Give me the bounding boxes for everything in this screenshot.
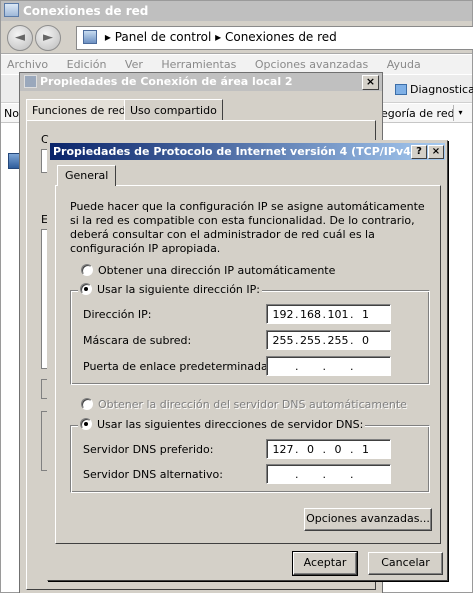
diagnose-button[interactable]: Diagnosticar bbox=[395, 83, 473, 96]
tab-general[interactable]: General bbox=[57, 165, 117, 186]
ipv4-title-bar: Propiedades de Protocolo de Internet ver… bbox=[50, 143, 445, 160]
ip-dot: . bbox=[322, 359, 327, 373]
preferred-dns-label: Servidor DNS preferido: bbox=[83, 443, 214, 456]
network-folder-icon bbox=[4, 3, 19, 17]
ip-dot: . bbox=[350, 467, 354, 481]
forward-arrow-icon: ► bbox=[43, 30, 53, 45]
dns-manual-label: Usar las siguientes direcciones de servi… bbox=[97, 418, 364, 431]
dns-pref-octet-4[interactable]: 1 bbox=[354, 443, 378, 456]
explorer-title: Conexiones de red bbox=[23, 4, 149, 18]
gateway-input[interactable]: . . . bbox=[266, 356, 391, 376]
ip-manual-option[interactable]: Usar la siguiente dirección IP: bbox=[78, 283, 262, 296]
ip-auto-radio[interactable] bbox=[81, 264, 93, 276]
control-panel-icon bbox=[83, 30, 97, 44]
ip-manual-radio[interactable] bbox=[80, 283, 92, 295]
menu-herramientas[interactable]: Herramientas bbox=[161, 58, 236, 71]
connection-close-button[interactable]: × bbox=[362, 75, 379, 90]
subnet-mask-input[interactable]: 255. 255. 255. 0 bbox=[266, 330, 391, 350]
address-bar[interactable]: ▸ Panel de control ▸ Conexiones de red bbox=[76, 26, 473, 50]
close-icon: × bbox=[431, 146, 441, 157]
preferred-dns-input[interactable]: 127. 0. 0. 1 bbox=[266, 439, 391, 459]
connection-title: Propiedades de Conexión de área local 2 bbox=[40, 75, 293, 88]
ipv4-properties-dialog: Propiedades de Protocolo de Internet ver… bbox=[47, 140, 448, 581]
dns-pref-octet-1[interactable]: 127 bbox=[271, 443, 295, 456]
cancel-button[interactable]: Cancelar bbox=[368, 552, 443, 575]
subnet-octet-4[interactable]: 0 bbox=[354, 334, 378, 347]
connection-title-bar: Propiedades de Conexión de área local 2 … bbox=[20, 73, 382, 91]
diagnose-icon bbox=[395, 84, 407, 95]
breadcrumb-control-panel[interactable]: Panel de control bbox=[115, 30, 212, 44]
ok-button[interactable]: Aceptar bbox=[292, 551, 358, 576]
help-button[interactable]: ? bbox=[411, 145, 427, 159]
ip-dot: . bbox=[322, 467, 327, 481]
diagnose-label: Diagnosticar bbox=[410, 83, 473, 96]
connection-icon bbox=[24, 75, 37, 88]
menu-ver[interactable]: Ver bbox=[125, 58, 143, 71]
advanced-options-button[interactable]: Opciones avanzadas... bbox=[304, 508, 432, 531]
ip-octet-1[interactable]: 192 bbox=[271, 308, 295, 321]
ip-dot: . bbox=[350, 359, 354, 373]
ip-octet-4[interactable]: 1 bbox=[354, 308, 378, 321]
dns-pref-octet-2[interactable]: 0 bbox=[299, 443, 323, 456]
back-button[interactable]: ◄ bbox=[7, 25, 33, 51]
tab-uso-compartido[interactable]: Uso compartido bbox=[124, 99, 223, 121]
subnet-octet-3[interactable]: 255 bbox=[326, 334, 350, 347]
ipv4-title: Propiedades de Protocolo de Internet ver… bbox=[53, 145, 416, 158]
ip-octet-3[interactable]: 101 bbox=[326, 308, 350, 321]
dns-auto-radio[interactable] bbox=[81, 398, 93, 410]
address-dropdown-icon[interactable]: ▸ bbox=[105, 30, 111, 44]
gateway-label: Puerta de enlace predeterminada: bbox=[83, 360, 272, 373]
ip-address-label: Dirección IP: bbox=[83, 308, 152, 321]
ip-octet-2[interactable]: 168 bbox=[299, 308, 323, 321]
column-header-name[interactable]: No bbox=[4, 107, 19, 120]
help-icon: ? bbox=[416, 146, 422, 157]
column-header-network-category[interactable]: egoría de red bbox=[381, 107, 455, 120]
back-arrow-icon: ◄ bbox=[15, 30, 25, 45]
forward-button[interactable]: ► bbox=[35, 25, 61, 51]
breadcrumb-network-connections[interactable]: Conexiones de red bbox=[225, 30, 337, 44]
intro-text: Puede hacer que la configuración IP se a… bbox=[70, 200, 425, 255]
tab-funciones-de-red[interactable]: Funciones de red bbox=[26, 99, 132, 121]
explorer-title-bar: Conexiones de red bbox=[1, 1, 472, 21]
menu-edicion[interactable]: Edición bbox=[67, 58, 107, 71]
dns-manual-radio[interactable] bbox=[80, 418, 92, 430]
menu-archivo[interactable]: Archivo bbox=[7, 58, 48, 71]
ip-dot: . bbox=[295, 467, 299, 481]
menu-ayuda[interactable]: Ayuda bbox=[387, 58, 421, 71]
navigation-bar: ◄ ► ▸ Panel de control ▸ Conexiones de r… bbox=[1, 21, 473, 54]
subnet-octet-1[interactable]: 255 bbox=[271, 334, 295, 347]
dns-manual-option[interactable]: Usar las siguientes direcciones de servi… bbox=[78, 418, 366, 431]
dns-auto-option[interactable]: Obtener la dirección del servidor DNS au… bbox=[81, 398, 407, 411]
breadcrumb-separator-icon[interactable]: ▸ bbox=[215, 30, 221, 44]
dns-auto-label: Obtener la dirección del servidor DNS au… bbox=[98, 398, 407, 411]
close-icon: × bbox=[365, 75, 376, 88]
dns-pref-octet-3[interactable]: 0 bbox=[326, 443, 350, 456]
ip-auto-option[interactable]: Obtener una dirección IP automáticamente bbox=[81, 264, 335, 277]
ip-auto-label: Obtener una dirección IP automáticamente bbox=[98, 264, 336, 277]
ip-dot: . bbox=[295, 359, 299, 373]
general-tab-panel: Puede hacer que la configuración IP se a… bbox=[55, 185, 441, 544]
column-dropdown-icon[interactable]: ▾ bbox=[453, 105, 467, 121]
alternate-dns-label: Servidor DNS alternativo: bbox=[83, 468, 223, 481]
subnet-octet-2[interactable]: 255 bbox=[299, 334, 323, 347]
subnet-mask-label: Máscara de subred: bbox=[83, 334, 192, 347]
menu-opciones-avanzadas[interactable]: Opciones avanzadas bbox=[255, 58, 368, 71]
ip-manual-label: Usar la siguiente dirección IP: bbox=[97, 283, 260, 296]
ipv4-close-button[interactable]: × bbox=[428, 145, 444, 159]
alternate-dns-input[interactable]: . . . bbox=[266, 464, 391, 484]
ip-address-input[interactable]: 192. 168. 101. 1 bbox=[266, 304, 391, 324]
